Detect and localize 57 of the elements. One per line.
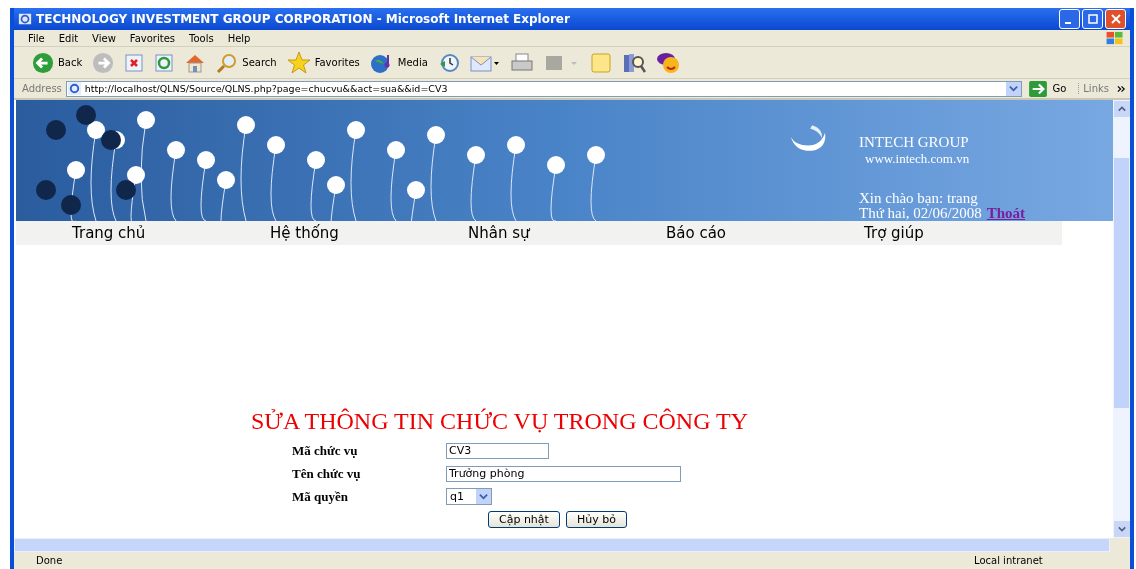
star-icon: [286, 50, 311, 75]
address-label: Address: [22, 83, 62, 94]
form-button[interactable]: Hủy bỏ: [565, 511, 627, 528]
scroll-up-icon[interactable]: [1113, 101, 1130, 117]
page-icon: [66, 81, 82, 96]
stop-icon: [124, 52, 145, 73]
horizontal-scrollbar[interactable]: [14, 538, 1110, 552]
printer-icon: [509, 52, 534, 73]
note-icon: [589, 51, 612, 74]
input-field[interactable]: Trưởng phòng: [446, 465, 681, 482]
back-button[interactable]: Back: [30, 51, 85, 74]
company-name: INTECH GROUP: [859, 134, 970, 151]
chevron-icon: [1117, 84, 1126, 93]
menu-item[interactable]: Tools: [189, 32, 214, 44]
menu-item[interactable]: Edit: [58, 32, 79, 44]
menu-item[interactable]: Favorites: [129, 32, 175, 44]
search-icon: [216, 51, 239, 74]
input-field[interactable]: CV3: [446, 442, 549, 459]
menu-item[interactable]: Help: [227, 32, 251, 44]
company-website: www.intech.com.vn: [864, 151, 970, 167]
nav-item[interactable]: Trợ giúp: [808, 224, 1006, 242]
menu-item[interactable]: File: [28, 32, 45, 44]
maximize-button[interactable]: [1082, 9, 1103, 29]
links-button[interactable]: Links: [1078, 83, 1113, 94]
close-icon: [1110, 14, 1121, 24]
scroll-down-icon[interactable]: [1113, 521, 1130, 537]
field-label: Mã chức vụ: [292, 442, 359, 459]
menu-item[interactable]: View: [92, 32, 116, 44]
date-text: Thứ hai, 02/06/2008: [859, 206, 982, 221]
vertical-scrollbar[interactable]: [1113, 100, 1130, 538]
address-field[interactable]: http://localhost/QLNS/Source/QLNS.php?page=chucvu&&act=sua&&id=CV3: [65, 80, 1023, 97]
form-title: SỬA THÔNG TIN CHỨC VỤ TRONG CÔNG TY: [251, 408, 749, 435]
nav-item[interactable]: Nhân sự: [412, 224, 610, 242]
nav-item[interactable]: Hệ thống: [214, 224, 412, 242]
greeting-text: Xin chào bạn: trang: [859, 191, 979, 206]
field-label: Mã quyền: [292, 488, 349, 505]
maximize-icon: [1087, 14, 1098, 24]
media-button[interactable]: Media: [367, 51, 430, 74]
minimize-icon: [1065, 21, 1071, 24]
search-button[interactable]: Search: [214, 51, 279, 74]
go-button[interactable]: Go: [1026, 80, 1075, 97]
window-title: TECHNOLOGY INVESTMENT GROUP CORPORATION - Microsoft Internet Explorer: [36, 12, 571, 26]
windows-logo-icon: [1104, 30, 1126, 46]
field-label: Tên chức vụ: [292, 465, 362, 482]
nav-item[interactable]: Báo cáo: [610, 224, 808, 242]
refresh-icon: [154, 52, 175, 73]
form-button[interactable]: Cập nhật: [488, 511, 560, 528]
minimize-button[interactable]: [1059, 9, 1080, 29]
close-button[interactable]: [1105, 9, 1126, 29]
nav-item[interactable]: Trang chủ: [16, 224, 214, 242]
zone-text: Local intranet: [973, 555, 1044, 566]
smiley-icon: [655, 50, 682, 75]
select-field[interactable]: q1: [446, 488, 492, 505]
favorites-button[interactable]: Favorites: [284, 50, 362, 75]
magnifier-books-icon: [621, 51, 646, 74]
status-text: Done: [35, 555, 64, 566]
browser-icon: [18, 12, 32, 26]
